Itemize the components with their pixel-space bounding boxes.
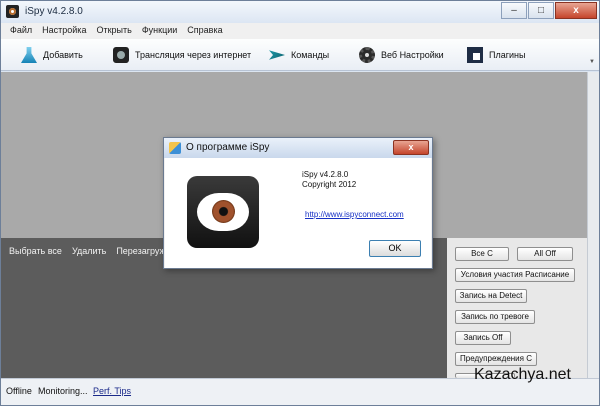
camera-icon [113,47,129,63]
record-on-detect-button[interactable]: Запись на Detect [455,289,527,303]
eye-white [197,193,249,231]
window-title: iSpy v4.2.8.0 [25,6,83,17]
all-off-button[interactable]: All Off [517,247,573,261]
delete-link[interactable]: Удалить [72,246,106,256]
version-text: iSpy v4.2.8.0 [302,170,349,179]
toolbar: Добавить Трансляция через интернет Коман… [1,39,599,71]
broadcast-button[interactable]: Трансляция через интернет [113,45,251,65]
all-on-button[interactable]: Все С [455,247,509,261]
eye-iris [212,200,235,223]
title-bar[interactable]: iSpy v4.2.8.0 – □ x [1,1,599,23]
add-button-label: Добавить [43,50,83,60]
plugins-button-label: Плагины [489,50,526,60]
record-on-alert-button[interactable]: Запись по тревоге [455,310,535,324]
web-settings-button-label: Веб Настройки [381,50,444,60]
about-dialog-close-button[interactable]: x [393,140,429,155]
copyright-text: Copyright 2012 [302,180,357,189]
watermark-text: Kazachya.net [474,366,571,383]
about-dialog-body: iSpy v4.2.8.0 Copyright 2012 http://www.… [165,158,431,268]
status-monitoring: Monitoring... [38,386,88,396]
ok-button[interactable]: OK [369,240,421,257]
commands-icon [269,50,285,60]
menu-settings[interactable]: Настройка [37,23,91,39]
menu-file[interactable]: Файл [5,23,37,39]
toolbar-overflow-arrow-icon[interactable]: ▼ [589,59,595,65]
minimize-button[interactable]: – [501,2,527,19]
about-dialog-title: О программе iSpy [186,142,270,153]
menu-open[interactable]: Открыть [91,23,136,39]
gear-icon [359,47,375,63]
action-panel: Все С All Off Условия участия Расписание… [447,238,587,378]
perf-tips-link[interactable]: Perf. Tips [93,386,131,396]
dialog-app-icon [169,142,181,154]
close-button[interactable]: x [555,2,597,19]
maximize-button[interactable]: □ [528,2,554,19]
select-all-link[interactable]: Выбрать все [9,246,62,256]
alerts-on-button[interactable]: Предупреждения С [455,352,537,366]
web-settings-button[interactable]: Веб Настройки [359,45,444,65]
menu-functions[interactable]: Функции [137,23,182,39]
about-dialog: О программе iSpy x iSpy v4.2.8.0 Copyrig… [163,137,433,269]
commands-button-label: Команды [291,50,330,60]
website-link[interactable]: http://www.ispyconnect.com [305,210,404,219]
menu-help[interactable]: Справка [182,23,227,39]
menu-bar: Файл Настройка Открыть Функции Справка [1,23,599,39]
plugin-icon [467,47,483,63]
about-dialog-title-bar[interactable]: О программе iSpy x [164,138,432,158]
ispy-logo-icon [187,176,259,248]
schedule-button[interactable]: Условия участия Расписание [455,268,575,282]
flask-icon [21,47,37,63]
status-offline: Offline [6,386,32,396]
commands-button[interactable]: Команды [269,45,329,65]
plugins-button[interactable]: Плагины [467,45,525,65]
vertical-scrollbar[interactable] [587,72,599,378]
record-off-button[interactable]: Запись Off [455,331,511,345]
broadcast-button-label: Трансляция через интернет [135,50,252,60]
add-button[interactable]: Добавить [21,45,83,65]
app-eye-icon [6,5,19,18]
